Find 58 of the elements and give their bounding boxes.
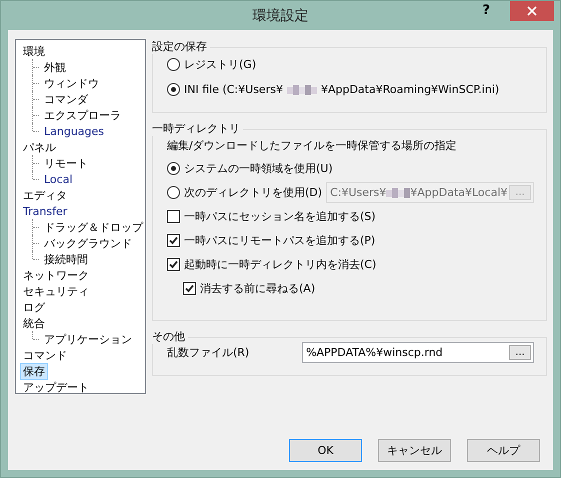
- checkbox[interactable]: [167, 258, 180, 271]
- radio-button[interactable]: [167, 83, 180, 96]
- checkbox-label: 消去する前に尋ねる(A): [200, 281, 316, 296]
- checkbox-label: 起動時に一時ディレクトリ内を消去(C): [184, 257, 376, 272]
- radio-button[interactable]: [167, 162, 180, 175]
- tree-item[interactable]: Local: [41, 170, 76, 188]
- group-title: 一時ディレクトリ: [152, 121, 243, 136]
- browse-button[interactable]: ...: [509, 345, 532, 360]
- radio-label: INI file (C:¥Users¥: [184, 83, 283, 96]
- window-title: 環境設定: [252, 7, 308, 25]
- tree-item[interactable]: パネル: [20, 138, 59, 156]
- radio-button[interactable]: [167, 186, 180, 199]
- tree-item[interactable]: ネットワーク: [20, 266, 92, 284]
- checkbox-label: 一時パスにセッション名を追加する(S): [184, 209, 376, 224]
- tree-item[interactable]: アプリケーション: [41, 330, 135, 348]
- tree-item[interactable]: ウィンドウ: [41, 74, 102, 92]
- checkbox-label: 一時パスにリモートパスを追加する(P): [184, 233, 376, 248]
- tree-item[interactable]: Transfer: [20, 202, 70, 220]
- radio-label: レジストリ(G): [184, 57, 256, 72]
- tree-item[interactable]: アップデート: [20, 378, 92, 396]
- tree-item[interactable]: 保存: [20, 362, 48, 380]
- tree-item[interactable]: エクスプローラ: [41, 106, 124, 124]
- description-text: 編集/ダウンロードしたファイルを一時保管する場所の指定: [167, 138, 458, 153]
- tree-item[interactable]: セキュリティ: [20, 282, 92, 300]
- dialog-button[interactable]: OK: [289, 439, 362, 462]
- dialog-button[interactable]: ヘルプ: [467, 439, 540, 462]
- field-value: %APPDATA%¥winscp.rnd: [306, 346, 443, 359]
- random-file-field[interactable]: %APPDATA%¥winscp.rnd ...: [302, 342, 534, 363]
- radio-button[interactable]: [167, 58, 180, 71]
- path-text: C:¥Users¥: [330, 186, 386, 199]
- redacted-drawing: [286, 84, 317, 96]
- tree-item[interactable]: ログ: [20, 298, 48, 316]
- field-label: 乱数ファイル(R): [167, 345, 250, 360]
- close-icon: [527, 6, 537, 16]
- radio-label: システムの一時領域を使用(U): [184, 161, 333, 176]
- checkbox[interactable]: [183, 282, 196, 295]
- close-button[interactable]: [510, 1, 554, 21]
- group-title: 設定の保存: [152, 39, 210, 54]
- path-text: ¥AppData¥Local¥: [410, 186, 508, 199]
- tree-item[interactable]: バックグラウンド: [41, 234, 135, 252]
- radio-label: 次のディレクトリを使用(D): [184, 185, 322, 200]
- tree-item[interactable]: コマンド: [20, 346, 70, 364]
- group-title: その他: [152, 329, 188, 344]
- help-button[interactable]: ?: [478, 3, 494, 18]
- checkbox[interactable]: [167, 234, 180, 247]
- tree-item[interactable]: ドラッグ＆ドロップ: [41, 218, 146, 236]
- tree-item[interactable]: コマンダ: [41, 90, 91, 108]
- radio-label: ¥AppData¥Roaming¥WinSCP.ini): [320, 83, 500, 96]
- tree-item[interactable]: 外観: [41, 58, 69, 76]
- tree-item[interactable]: 接続時間: [41, 250, 91, 268]
- tree-item[interactable]: 環境: [20, 42, 48, 60]
- tree-item[interactable]: 統合: [20, 314, 48, 332]
- redacted-drawing: [386, 186, 410, 198]
- tree-item[interactable]: エディタ: [20, 186, 70, 204]
- checkbox[interactable]: [167, 210, 180, 223]
- tree-item[interactable]: リモート: [41, 154, 91, 172]
- tree-item[interactable]: Languages: [41, 122, 108, 140]
- dialog-button[interactable]: キャンセル: [378, 439, 451, 462]
